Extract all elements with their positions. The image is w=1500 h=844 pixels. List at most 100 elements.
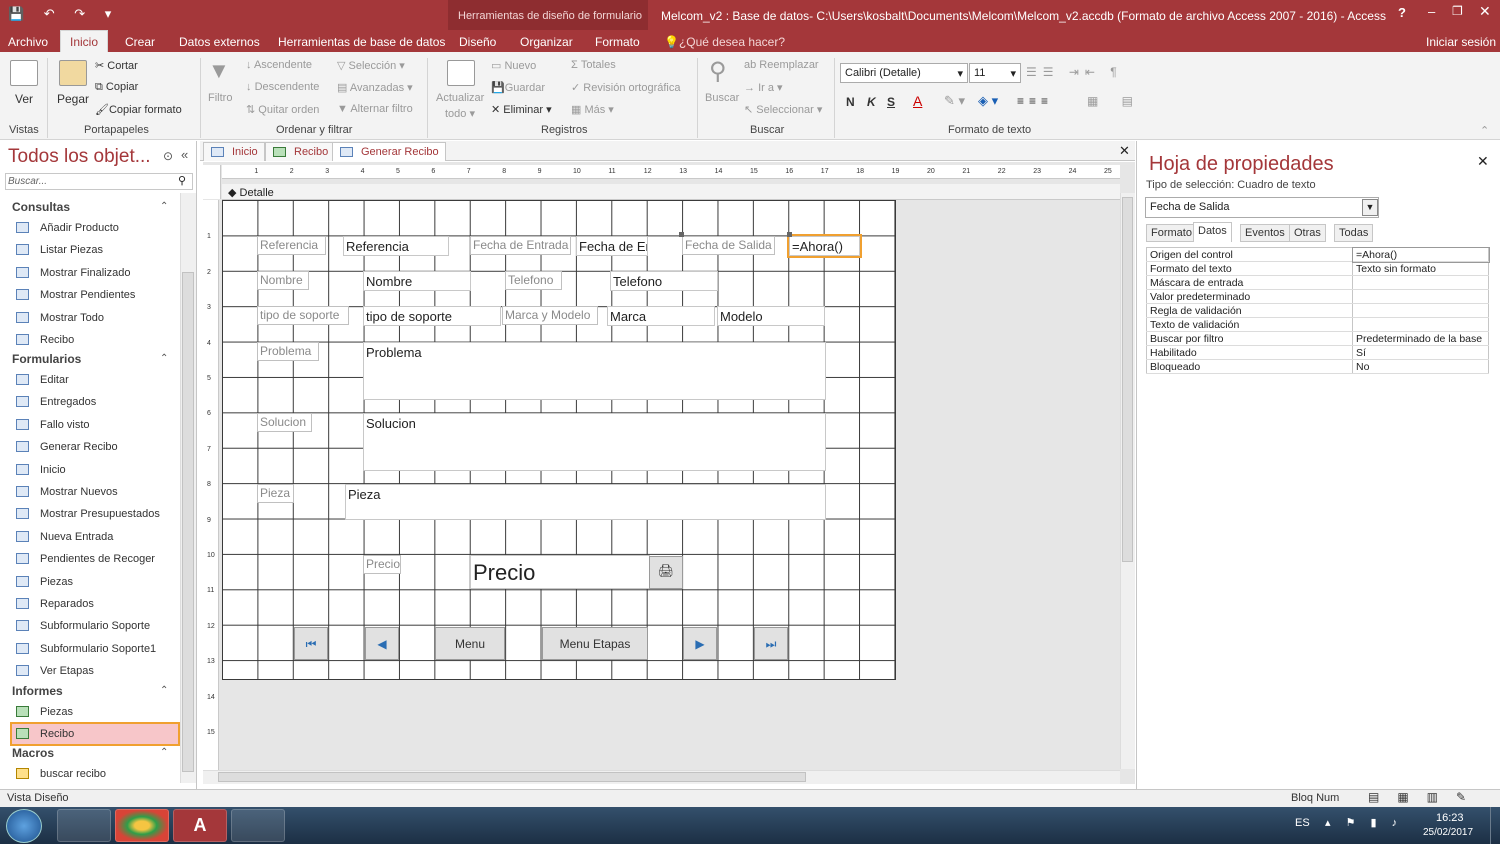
descendente-button[interactable]: ↓ Descendente <box>246 81 319 93</box>
property-value[interactable]: Predeterminado de la base <box>1352 331 1489 346</box>
start-button[interactable] <box>6 809 42 843</box>
field-pieza[interactable]: Pieza <box>345 484 826 520</box>
size-combo[interactable]: 11 ▾ <box>969 63 1021 83</box>
selection-combo[interactable]: Fecha de Salida <box>1145 197 1379 218</box>
actualizar-button[interactable]: Actualizar <box>436 92 484 104</box>
field-nombre[interactable]: Nombre <box>363 271 471 291</box>
field-tipo-soporte[interactable]: tipo de soporte <box>363 306 501 326</box>
collapse-section-icon[interactable]: ⌃ <box>160 747 168 758</box>
property-value[interactable]: Texto sin formato <box>1352 261 1489 276</box>
paste-icon[interactable] <box>59 60 87 86</box>
nav-search-input[interactable]: Buscar... <box>5 173 193 190</box>
nav-section-macros[interactable]: Macros <box>12 746 54 760</box>
form-selector[interactable] <box>203 165 221 199</box>
access-taskbar-icon[interactable]: A <box>173 809 227 842</box>
property-value[interactable] <box>1352 289 1489 304</box>
prop-tab-todas[interactable]: Todas <box>1334 224 1374 242</box>
nav-item[interactable]: Recibo <box>12 330 178 350</box>
last-record-button[interactable]: ⏭ <box>754 627 788 660</box>
nav-item[interactable]: Piezas <box>12 702 178 722</box>
nav-item[interactable]: Mostrar Pendientes <box>12 285 178 305</box>
actualizar-todo-label[interactable]: todo ▾ <box>445 107 475 120</box>
align-icons[interactable]: ≡≡≡ <box>1017 94 1053 108</box>
tab-archivo[interactable]: Archivo <box>8 30 48 52</box>
detail-section-bar[interactable]: ◆ Detalle <box>222 184 1120 200</box>
label-tipo-soporte[interactable]: tipo de soporte <box>257 306 349 325</box>
horizontal-ruler[interactable]: 1 2 3 4 5 6 7 8 9 10 11 12 13 14 15 16 17 18 19 20 21 22 23 24 2… <box>222 165 1120 179</box>
nav-item[interactable]: Pendientes de Recoger <box>12 549 178 569</box>
next-record-button[interactable]: ▶ <box>683 627 717 660</box>
field-marca[interactable]: Marca <box>607 306 715 326</box>
label-problema[interactable]: Problema <box>257 342 319 361</box>
quick-access-toolbar[interactable]: 💾 ↶ ↷ ▾ <box>8 6 119 22</box>
tab-herramientas-bd[interactable]: Herramientas de base de datos <box>278 30 445 52</box>
field-modelo[interactable]: Modelo <box>717 306 825 326</box>
language-indicator[interactable]: ES <box>1295 817 1310 829</box>
move-handle[interactable] <box>679 232 684 237</box>
nav-section-informes[interactable]: Informes <box>12 684 63 698</box>
property-row[interactable]: Habilitado Sí <box>1146 345 1489 360</box>
property-row[interactable]: Valor predeterminado <box>1146 289 1489 304</box>
nav-item[interactable]: Inicio <box>12 460 178 480</box>
nav-item[interactable]: Piezas <box>12 572 178 592</box>
nav-item[interactable]: Reparados <box>12 594 178 614</box>
view-icon[interactable] <box>10 60 38 86</box>
form-design-grid[interactable]: Referencia Referencia Fecha de Entrada F… <box>222 200 896 680</box>
gridlines-icons[interactable]: ▦ ▤ <box>1087 94 1143 108</box>
collapse-ribbon-icon[interactable]: ⌃ <box>1480 124 1489 137</box>
label-telefono[interactable]: Telefono <box>505 271 562 290</box>
property-row[interactable]: Regla de validación <box>1146 303 1489 318</box>
seleccionar-button[interactable]: ↖ Seleccionar ▾ <box>744 103 822 116</box>
tell-me-box[interactable]: 💡¿Qué desea hacer? <box>664 30 785 52</box>
clock-date[interactable]: 25/02/2017 <box>1423 827 1473 838</box>
vertical-ruler[interactable]: 1 2 3 4 5 6 7 8 9 10 11 12 13 14 15 <box>203 200 219 770</box>
tab-organizar[interactable]: Organizar <box>520 30 573 52</box>
quitar-orden-button[interactable]: ⇅ Quitar orden <box>246 103 319 116</box>
label-marca-modelo[interactable]: Marca y Modelo <box>502 306 598 325</box>
collapse-nav-icon[interactable]: « <box>181 147 188 162</box>
minimize-icon[interactable]: – <box>1428 4 1435 19</box>
underline-button[interactable]: S <box>887 95 895 109</box>
tray-icons[interactable]: ▴ ⚑ ▮ ♪ <box>1325 816 1403 829</box>
mas-button[interactable]: ▦ Más ▾ <box>571 103 614 116</box>
label-pieza[interactable]: Pieza <box>257 484 294 503</box>
nuevo-button[interactable]: ▭ Nuevo <box>491 59 536 72</box>
refresh-icon[interactable] <box>447 60 475 86</box>
nav-item[interactable]: Editar <box>12 370 178 390</box>
filter-icon[interactable]: ▼ <box>208 58 230 84</box>
nav-section-formularios[interactable]: Formularios <box>12 352 81 366</box>
property-value[interactable] <box>1352 317 1489 332</box>
property-value[interactable]: No <box>1352 359 1489 374</box>
tab-diseno[interactable]: Diseño <box>459 30 496 52</box>
buscar-button[interactable]: Buscar <box>705 92 739 104</box>
print-button[interactable]: 🖨 <box>649 556 683 589</box>
highlight-icon[interactable]: ✎ ▾ <box>944 93 965 109</box>
doc-tab-inicio[interactable]: Inicio <box>203 142 265 161</box>
move-handle[interactable] <box>787 232 792 237</box>
doc-tab-recibo[interactable]: Recibo <box>265 142 336 161</box>
field-precio[interactable]: Precio <box>470 555 650 589</box>
tab-datos-externos[interactable]: Datos externos <box>179 30 260 52</box>
cortar-button[interactable]: ✂ Cortar <box>95 59 138 72</box>
nav-item[interactable]: Mostrar Finalizado <box>12 263 178 283</box>
prop-tab-otras[interactable]: Otras <box>1289 224 1326 242</box>
avanzadas-button[interactable]: ▤ Avanzadas ▾ <box>337 81 413 94</box>
explorer-taskbar-icon[interactable] <box>57 809 111 842</box>
reemplazar-button[interactable]: ab Reemplazar <box>744 59 819 71</box>
property-row[interactable]: Buscar por filtro Predeterminado de la ba… <box>1146 331 1489 346</box>
font-color-icon[interactable]: A <box>913 93 922 109</box>
prop-tab-eventos[interactable]: Eventos <box>1240 224 1290 242</box>
nav-item[interactable]: buscar recibo <box>12 764 178 784</box>
property-value[interactable]: Sí <box>1352 345 1489 360</box>
clock-time[interactable]: 16:23 <box>1436 812 1464 824</box>
property-value[interactable] <box>1352 303 1489 318</box>
tab-formato[interactable]: Formato <box>595 30 640 52</box>
collapse-section-icon[interactable]: ⌃ <box>160 353 168 364</box>
paint-taskbar-icon[interactable] <box>231 809 285 842</box>
nav-title[interactable]: Todos los objet... <box>8 146 151 168</box>
field-referencia[interactable]: Referencia <box>343 236 449 256</box>
design-hscroll-thumb[interactable] <box>218 772 806 782</box>
chrome-taskbar-icon[interactable] <box>115 809 169 842</box>
nav-scroll-thumb[interactable] <box>182 272 194 772</box>
chevron-down-icon[interactable]: ▼ <box>1362 199 1378 216</box>
